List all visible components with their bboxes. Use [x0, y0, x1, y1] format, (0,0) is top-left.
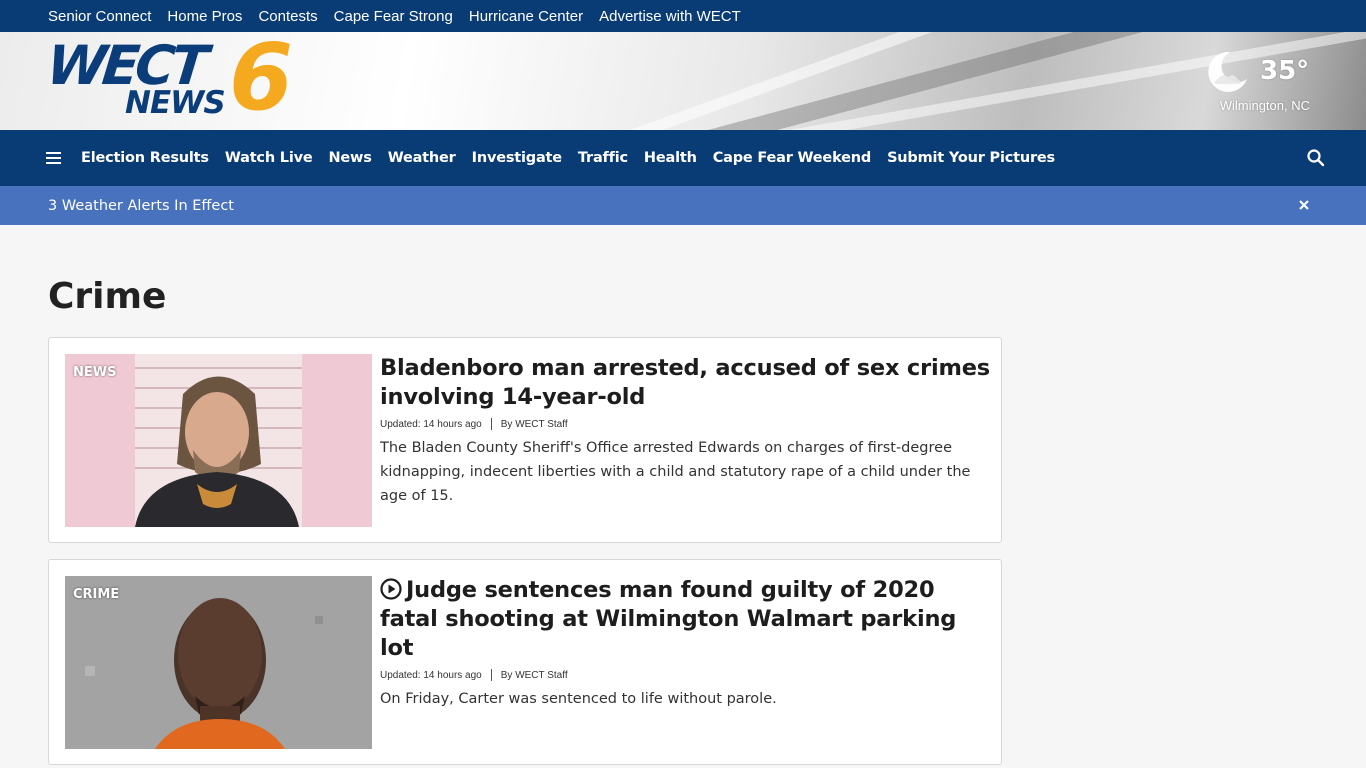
nav-weather[interactable]: Weather [388, 150, 456, 166]
logo-news-text: NEWS [125, 85, 226, 121]
article-body: Judge sentences man found guilty of 2020… [380, 576, 990, 711]
nav-news[interactable]: News [328, 150, 371, 166]
logo-number: 6 [229, 32, 294, 130]
weather-widget[interactable]: 35° Wilmington, NC [1204, 46, 1312, 116]
current-temperature: 35° [1260, 56, 1310, 86]
moon-icon [1208, 51, 1247, 92]
nav-traffic[interactable]: Traffic [578, 150, 628, 166]
nav-election-results[interactable]: Election Results [81, 150, 209, 166]
meta-divider [490, 669, 492, 681]
utility-link-advertise[interactable]: Advertise with WECT [599, 8, 741, 25]
utility-link-cape-fear-strong[interactable]: Cape Fear Strong [334, 8, 453, 25]
article-meta: Updated: 14 hours ago By WECT Staff [380, 418, 990, 430]
weather-alert-text[interactable]: 3 Weather Alerts In Effect [48, 198, 234, 214]
nav-health[interactable]: Health [644, 150, 697, 166]
updated-time: Updated: 14 hours ago [380, 669, 482, 681]
weather-alert-bar[interactable]: 3 Weather Alerts In Effect [0, 186, 1366, 225]
category-badge[interactable]: CRIME [68, 580, 124, 610]
video-play-icon [380, 578, 402, 600]
close-icon[interactable] [1298, 199, 1310, 211]
article-body: Bladenboro man arrested, accused of sex … [380, 354, 990, 508]
article-thumbnail[interactable]: NEWS [65, 354, 372, 527]
nav-investigate[interactable]: Investigate [472, 150, 562, 166]
utility-link-home-pros[interactable]: Home Pros [167, 8, 242, 25]
article-summary: On Friday, Carter was sentenced to life … [380, 691, 777, 707]
menu-icon[interactable] [46, 152, 61, 164]
search-icon[interactable] [1306, 148, 1326, 168]
meta-divider [490, 418, 492, 430]
byline[interactable]: By WECT Staff [501, 670, 568, 681]
site-banner: WECT NEWS 6 35° Wilmington, NC [0, 32, 1366, 130]
article-summary: The Bladen County Sheriff's Office arres… [380, 440, 971, 504]
article-headline-text[interactable]: Judge sentences man found guilty of 2020… [380, 577, 956, 661]
utility-link-contests[interactable]: Contests [258, 8, 317, 25]
updated-time: Updated: 14 hours ago [380, 418, 482, 430]
nav-cape-fear-weekend[interactable]: Cape Fear Weekend [713, 150, 872, 166]
article-card[interactable]: CRIME Judge sentences man found guilty o… [48, 559, 1002, 765]
byline[interactable]: By WECT Staff [501, 419, 568, 430]
category-badge[interactable]: NEWS [68, 358, 121, 388]
nav-watch-live[interactable]: Watch Live [225, 150, 313, 166]
utility-nav: Senior Connect Home Pros Contests Cape F… [0, 0, 1366, 32]
weather-location: Wilmington, NC [1219, 98, 1310, 113]
article-headline[interactable]: Judge sentences man found guilty of 2020… [380, 576, 990, 663]
utility-link-hurricane-center[interactable]: Hurricane Center [469, 8, 583, 25]
article-meta: Updated: 14 hours ago By WECT Staff [380, 669, 990, 681]
main-nav: Election Results Watch Live News Weather… [0, 130, 1366, 186]
nav-submit-pictures[interactable]: Submit Your Pictures [887, 150, 1055, 166]
article-thumbnail[interactable]: CRIME [65, 576, 372, 749]
article-card[interactable]: NEWS Bladenboro man arrested, accused of… [48, 337, 1002, 543]
article-headline[interactable]: Bladenboro man arrested, accused of sex … [380, 354, 990, 412]
site-logo[interactable]: WECT NEWS 6 [44, 32, 312, 128]
utility-link-senior-connect[interactable]: Senior Connect [48, 8, 151, 25]
page-title: Crime [48, 276, 167, 317]
